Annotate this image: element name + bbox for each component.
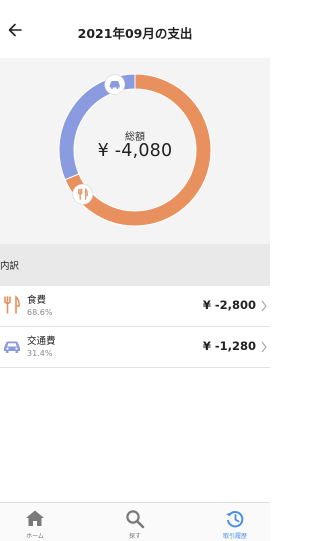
breakdown-row-transport[interactable]: 交通費 31.4% ¥ -1,280 — [0, 327, 270, 368]
tab-home[interactable]: ホーム — [0, 503, 70, 541]
chevron-right-icon — [260, 298, 268, 317]
breakdown-title: 内訳 — [0, 261, 20, 272]
tab-label: 取引履歴 — [222, 533, 247, 540]
breakdown-header — [0, 244, 270, 286]
chevron-right-icon — [260, 339, 268, 358]
category-percent: 31.4% — [27, 349, 53, 358]
tab-label: 探す — [128, 533, 141, 540]
car-icon — [2, 336, 22, 360]
tab-label: ホーム — [26, 533, 44, 540]
total-amount: ¥ -4,080 — [97, 141, 173, 161]
category-name: 食費 — [27, 295, 47, 306]
tab-search[interactable]: 探す — [100, 503, 170, 541]
category-amount: ¥ -1,280 — [202, 339, 256, 353]
bottom-tab-bar: ホーム 探す 取引履歴 — [0, 502, 270, 541]
category-percent: 68.6% — [27, 308, 53, 317]
tab-history[interactable]: 取引履歴 — [200, 503, 270, 541]
history-icon — [200, 509, 270, 529]
category-name: 交通費 — [27, 336, 56, 347]
home-icon — [0, 509, 70, 527]
fork-knife-icon — [2, 295, 22, 319]
category-amount: ¥ -2,800 — [202, 298, 256, 312]
page-title: 2021年09月の支出 — [77, 26, 193, 41]
car-icon — [104, 74, 126, 95]
breakdown-row-food[interactable]: 食費 68.6% ¥ -2,800 — [0, 286, 270, 327]
app-header: 2021年09月の支出 — [0, 0, 270, 58]
fork-knife-icon — [72, 183, 94, 205]
search-icon — [100, 509, 170, 529]
